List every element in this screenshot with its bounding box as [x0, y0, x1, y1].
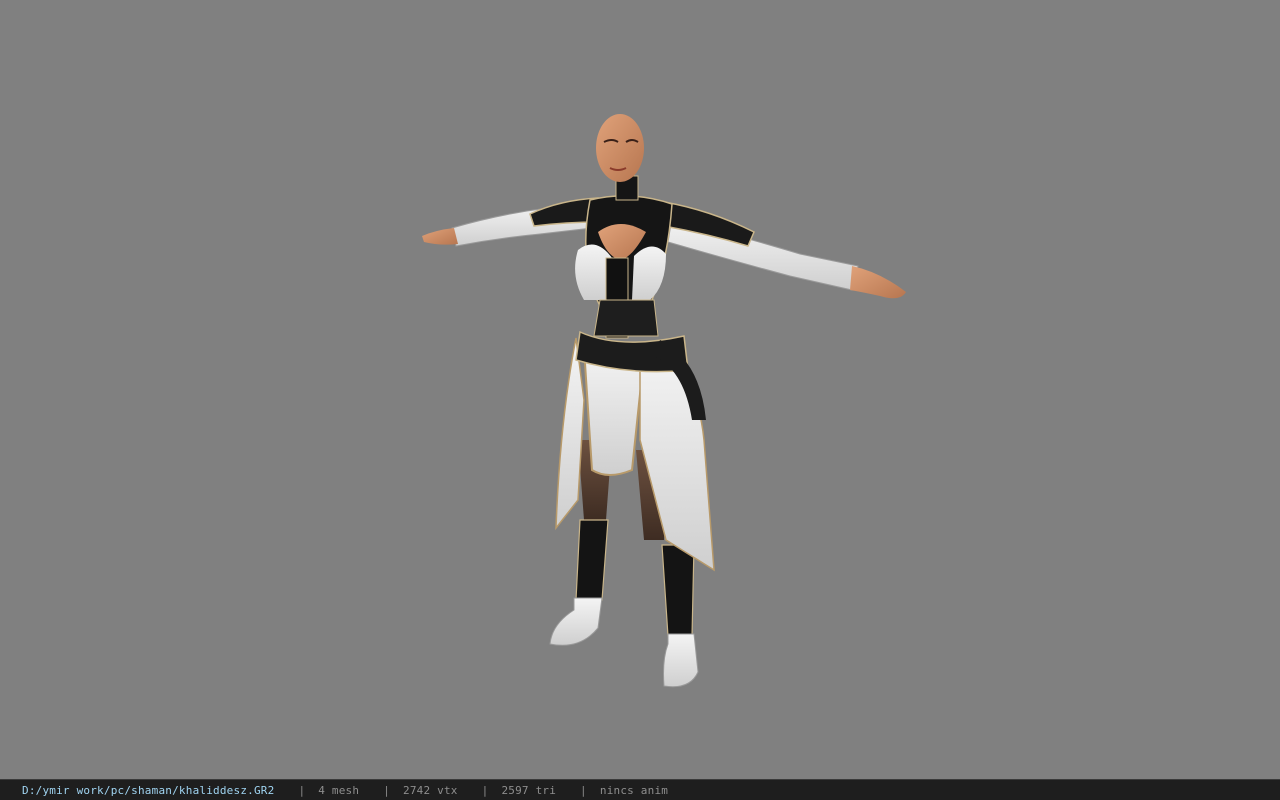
- separator: |: [383, 783, 391, 797]
- file-path: D:/ymir work/pc/shaman/khaliddesz.GR2: [22, 783, 275, 797]
- mesh-count: 4 mesh: [318, 783, 360, 797]
- separator: |: [580, 783, 587, 797]
- animation-status: nincs anim: [599, 783, 669, 797]
- status-bar: D:/ymir work/pc/shaman/khaliddesz.GR2 | …: [0, 779, 1280, 800]
- left-arm: [422, 197, 601, 247]
- separator: |: [298, 783, 306, 797]
- triangle-count: 2597 tri: [501, 783, 557, 797]
- torso: [575, 195, 673, 339]
- character-model[interactable]: [0, 0, 1280, 779]
- vertex-count: 2742 vtx: [403, 783, 458, 797]
- 3d-viewport[interactable]: [0, 0, 1280, 779]
- right-arm: [663, 201, 906, 299]
- separator: |: [481, 783, 489, 797]
- head: [596, 114, 644, 201]
